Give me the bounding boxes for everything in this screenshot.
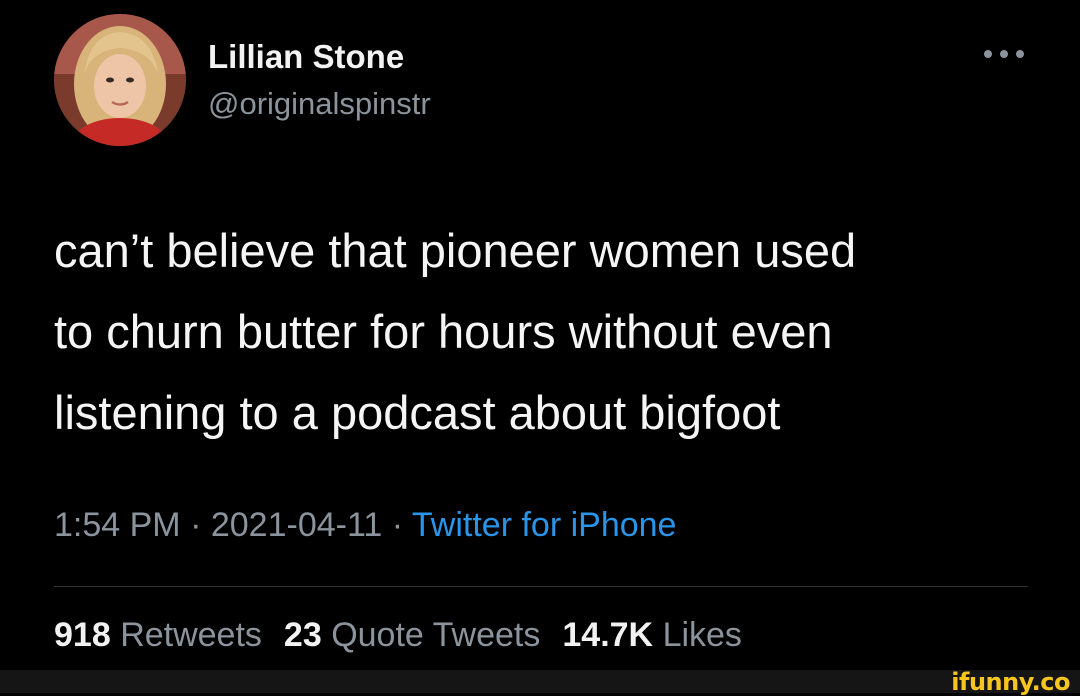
tweet-text-line: to churn butter for hours without even [54,305,833,358]
retweets-label: Retweets [120,616,262,654]
tweet-stats: 918 Retweets 23 Quote Tweets 14.7K Likes [54,616,742,655]
quote-tweets-stat[interactable]: 23 Quote Tweets [284,616,540,655]
quote-tweets-label: Quote Tweets [331,616,541,654]
avatar-photo [54,14,186,146]
dot [1000,50,1008,58]
author-name[interactable]: Lillian Stone [208,38,404,76]
ifunny-watermark: ifunny.co [951,668,1070,696]
author-handle[interactable]: @originalspinstr [208,86,431,122]
likes-label: Likes [662,616,742,654]
tweet-card: Lillian Stone @originalspinstr can’t bel… [0,0,1080,696]
dot [1016,50,1024,58]
tweet-text: can’t believe that pioneer women used to… [54,210,1044,453]
quote-tweets-count: 23 [283,616,322,654]
dot [984,50,992,58]
retweets-count: 918 [54,616,111,654]
likes-stat[interactable]: 14.7K Likes [562,616,742,655]
tweet-date[interactable]: 2021-04-11 [211,506,382,544]
divider [54,586,1028,587]
meta-separator: · [190,506,202,544]
meta-separator: · [391,506,404,544]
watermark-bar [0,670,1080,693]
tweet-metadata: 1:54 PM · 2021-04-11 · Twitter for iPhon… [54,506,676,545]
tweet-time[interactable]: 1:54 PM [54,506,181,544]
tweet-text-line: can’t believe that pioneer women used [54,224,857,277]
avatar[interactable] [54,14,186,146]
retweets-stat[interactable]: 918 Retweets [54,616,262,655]
more-options-icon[interactable] [984,44,1024,64]
likes-count: 14.7K [562,616,654,654]
tweet-source-link[interactable]: Twitter for iPhone [412,506,677,544]
tweet-text-line: listening to a podcast about bigfoot [54,386,781,439]
